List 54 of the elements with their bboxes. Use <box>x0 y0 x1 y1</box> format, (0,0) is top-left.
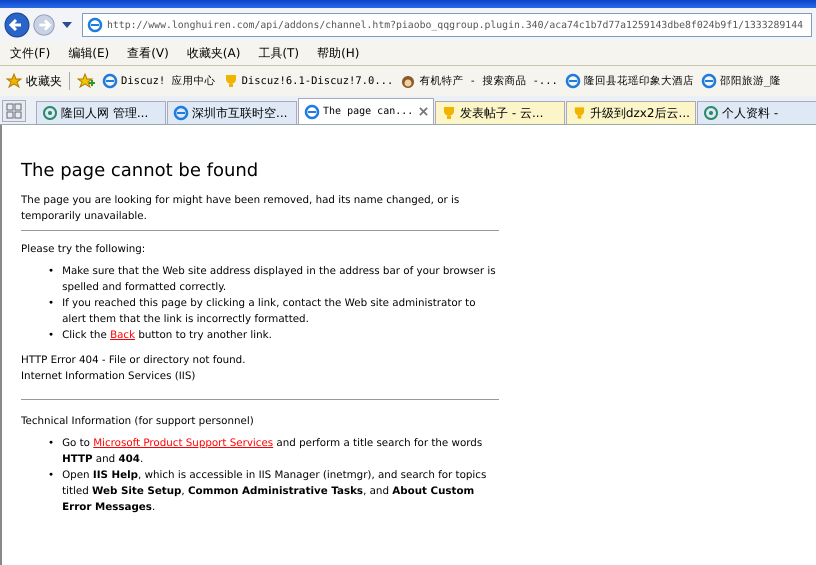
trophy-icon <box>441 105 457 121</box>
ie-icon <box>304 104 320 120</box>
favorite-link[interactable]: 有机特产 - 搜索商品 -... <box>400 73 558 89</box>
ie-icon <box>173 105 189 121</box>
intro-text: The page you are looking for might have been removed, had its name changed, or is temporarily unavailable. <box>21 193 460 224</box>
favorite-link[interactable]: Discuz!6.1-Discuz!7.0... <box>222 73 394 89</box>
add-favorite-icon[interactable] <box>77 73 95 89</box>
menu-item[interactable]: 文件(F) <box>10 45 50 62</box>
address-field[interactable]: http://www.longhuiren.com/api/addons/channel.htm?piaobo_qqgroup.plugin.340/aca74c1b7d77a1259143dbe8f024b9f1/1333289144 <box>82 13 812 37</box>
server-text: Internet Information Services (IIS) <box>21 369 196 384</box>
bullet: • <box>48 264 54 279</box>
favorite-link[interactable]: 邵阳旅游_隆 <box>700 73 782 89</box>
eye-icon <box>42 105 58 121</box>
bullet: • <box>48 296 54 311</box>
browser-tab[interactable]: 个人资料 - <box>697 101 816 124</box>
error-text: HTTP Error 404 - File or directory not found. <box>21 353 246 368</box>
back-button[interactable] <box>4 12 30 38</box>
caret-icon[interactable] <box>62 22 72 28</box>
try-heading: Please try the following: <box>21 242 146 257</box>
trophy-icon <box>572 105 587 121</box>
ie-icon <box>564 73 581 89</box>
bullet: • <box>48 436 54 451</box>
browser-tab[interactable]: 深圳市互联时空... <box>167 101 297 124</box>
suggestion-text: Go to Microsoft Product Support Services and perform a title search for the words HTTP and 404. <box>62 436 484 467</box>
browser-tab[interactable]: The page can... <box>298 98 434 124</box>
close-tab-icon[interactable] <box>419 107 428 116</box>
menu-item[interactable]: 帮助(H) <box>317 45 360 62</box>
ie-icon <box>102 73 118 89</box>
ie-icon <box>87 17 103 33</box>
tech-heading: Technical Information (for support personnel) <box>21 414 255 429</box>
favorite-link[interactable]: 隆回县花瑶印象大酒店 <box>564 73 694 89</box>
browser-tab[interactable]: 升级到dzx2后云... <box>566 101 696 124</box>
mascot-icon <box>400 73 416 89</box>
suggestion-text: Open IIS Help, which is accessible in IIS Manager (inetmgr), and search for topics titled Web Site Setup, Common Administrative Tasks, and About Custom Error Messages. <box>62 468 488 515</box>
menu-item[interactable]: 查看(V) <box>127 45 169 62</box>
browser-tab[interactable]: 发表帖子 - 云... <box>435 101 565 124</box>
browser-tab[interactable]: 隆回人网 管理... <box>36 101 166 124</box>
favorites-button[interactable]: 收藏夹 <box>6 72 62 90</box>
page-heading: The page cannot be found <box>21 160 260 182</box>
support-link[interactable]: Microsoft Product Support Services <box>93 437 274 449</box>
menu-item[interactable]: 工具(T) <box>258 45 300 62</box>
eye-icon <box>703 105 719 121</box>
bullet: • <box>48 468 54 483</box>
suggestion-text: If you reached this page by clicking a link, contact the Web site administrator to alert them that the link is incorrectly formatted. <box>62 296 477 327</box>
quick-tabs-button[interactable] <box>2 100 26 122</box>
suggestion-text: Make sure that the Web site address displayed in the address bar of your browser is spelled and formatted correctly. <box>62 264 497 295</box>
bullet: • <box>48 328 54 343</box>
menu-item[interactable]: 收藏夹(A) <box>186 45 240 62</box>
star-icon <box>6 73 22 89</box>
suggestion-text: Click the Back button to try another link. <box>62 328 273 343</box>
favorite-link[interactable]: Discuz! 应用中心 <box>102 73 216 89</box>
back-link[interactable]: Back <box>110 329 136 341</box>
menu-item[interactable]: 编辑(E) <box>68 45 110 62</box>
ie-icon <box>700 73 717 89</box>
